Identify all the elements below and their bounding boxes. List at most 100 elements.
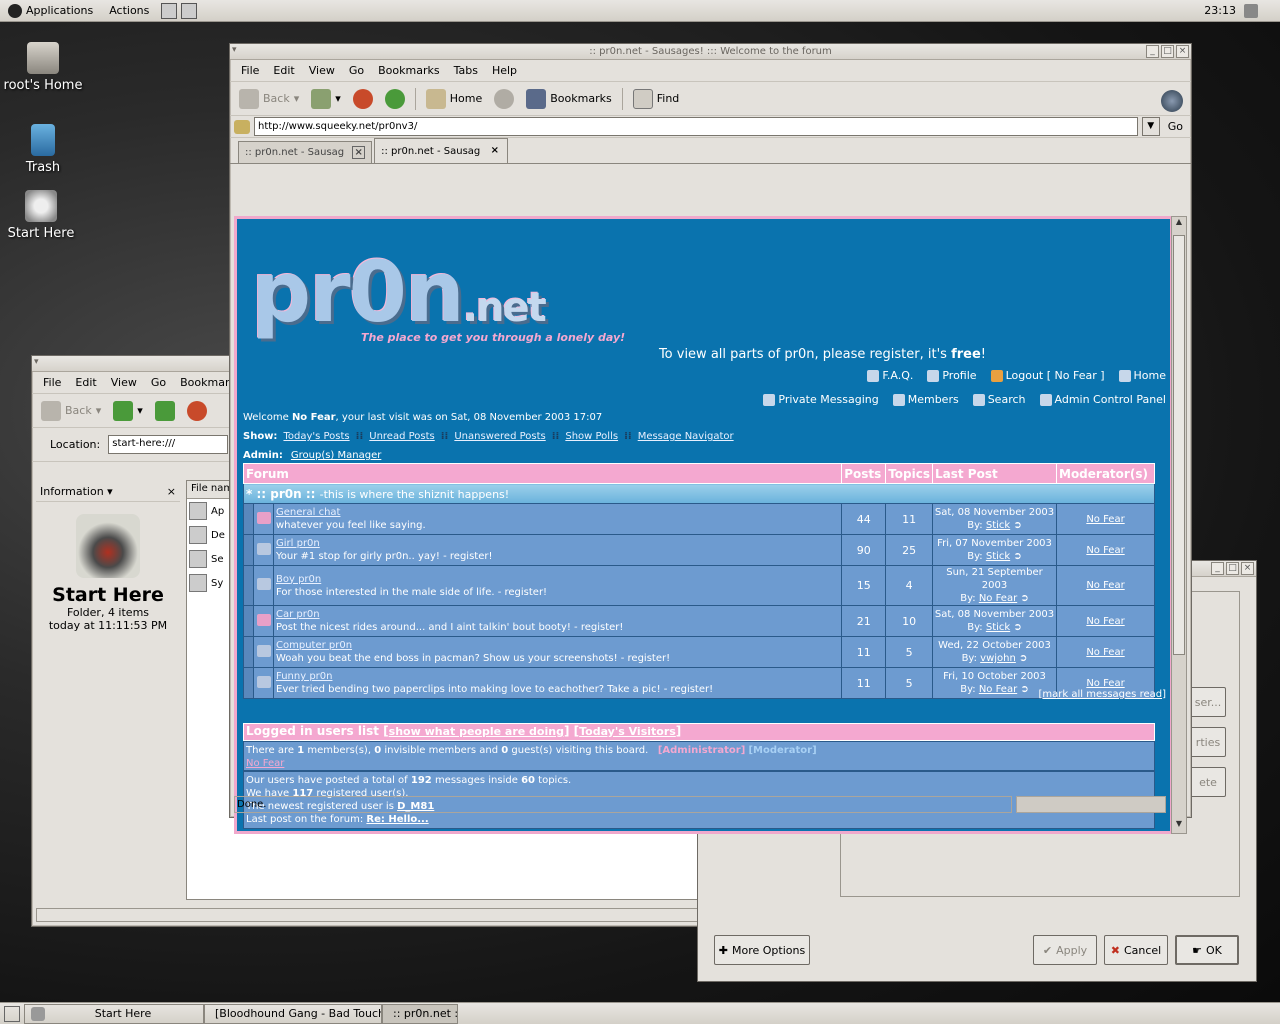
nav-faq[interactable]: F.A.Q.	[867, 369, 913, 382]
message-navigator-link[interactable]: Message Navigator	[638, 431, 734, 442]
close-icon[interactable]: ×	[1241, 562, 1254, 575]
goto-post-icon[interactable]: ➲	[1019, 653, 1027, 664]
menu-tabs[interactable]: Tabs	[447, 64, 485, 77]
forum-link[interactable]: Girl pr0n	[276, 538, 320, 549]
moderator-link[interactable]: No Fear	[1086, 616, 1124, 627]
goto-post-icon[interactable]: ➲	[1013, 520, 1021, 531]
category-header[interactable]: * :: pr0n :: -this is where the shiznit …	[243, 483, 1155, 504]
terminal-launcher-icon[interactable]	[181, 2, 198, 19]
properties-button[interactable]: rties	[1190, 727, 1226, 757]
nav-members[interactable]: Members	[892, 393, 959, 406]
task-music-player[interactable]: [Bloodhound Gang - Bad Touch (	[204, 1003, 382, 1024]
menu-edit[interactable]: Edit	[266, 64, 301, 77]
nav-logout[interactable]: Logout [ No Fear ]	[990, 369, 1105, 382]
mark-all-read-link[interactable]: [mark all messages read]	[1039, 689, 1166, 700]
desktop-icon-start-here[interactable]: Start Here	[3, 190, 79, 241]
nav-private-messaging[interactable]: Private Messaging	[763, 393, 879, 406]
tab-close-icon[interactable]: ×	[352, 146, 366, 159]
show-what-people-doing-link[interactable]: show what people are doing	[389, 725, 564, 738]
scroll-down-icon[interactable]: ▼	[1173, 819, 1185, 833]
goto-post-icon[interactable]: ➲	[1020, 593, 1028, 604]
moderator-link[interactable]: No Fear	[1086, 545, 1124, 556]
menu-help[interactable]: Help	[485, 64, 524, 77]
browser-titlebar[interactable]: :: pr0n.net - Sausages! ::: Welcome to t…	[230, 44, 1191, 60]
user-button[interactable]: ser...	[1190, 687, 1226, 717]
actions-menu[interactable]: Actions	[101, 0, 157, 22]
fm-forward-button[interactable]: ▾	[108, 398, 148, 424]
close-icon[interactable]: ×	[167, 485, 176, 498]
history-button[interactable]	[489, 86, 519, 112]
tab-close-icon[interactable]: ×	[488, 145, 501, 158]
fm-menu-go[interactable]: Go	[144, 376, 173, 389]
task-start-here[interactable]: Start Here	[24, 1003, 204, 1024]
location-input[interactable]: start-here:///	[108, 435, 229, 454]
menu-view[interactable]: View	[302, 64, 342, 77]
fm-back-button[interactable]: Back ▾	[36, 398, 106, 424]
home-button[interactable]: Home	[421, 86, 487, 112]
forum-link[interactable]: Funny pr0n	[276, 671, 332, 682]
last-post-user-link[interactable]: No Fear	[979, 684, 1017, 695]
maximize-icon[interactable]: □	[1161, 45, 1174, 58]
delete-button[interactable]: ete	[1190, 767, 1226, 797]
moderator-link[interactable]: No Fear	[1086, 580, 1124, 591]
more-options-button[interactable]: ✚ More Options	[714, 935, 810, 965]
last-post-user-link[interactable]: No Fear	[979, 593, 1017, 604]
ok-button[interactable]: ☛ OK	[1175, 935, 1239, 965]
maximize-icon[interactable]: □	[1226, 562, 1239, 575]
last-post-user-link[interactable]: Stick	[986, 520, 1010, 531]
menu-go[interactable]: Go	[342, 64, 371, 77]
back-button[interactable]: Back ▾	[234, 86, 304, 112]
goto-post-icon[interactable]: ➲	[1020, 684, 1028, 695]
groups-manager-link[interactable]: Group(s) Manager	[291, 450, 381, 461]
reload-button[interactable]	[380, 86, 410, 112]
show-desktop-icon[interactable]	[4, 1005, 20, 1022]
forum-link[interactable]: Boy pr0n	[276, 574, 321, 585]
desktop-icon-home[interactable]: root's Home	[3, 42, 83, 93]
menu-bookmarks[interactable]: Bookmarks	[371, 64, 446, 77]
desktop-icon-trash[interactable]: Trash	[3, 124, 83, 175]
home-launcher-icon[interactable]	[161, 2, 178, 19]
forum-link[interactable]: Computer pr0n	[276, 640, 352, 651]
url-dropdown-icon[interactable]: ▼	[1141, 117, 1160, 136]
side-panel-selector[interactable]: Information ▾	[40, 485, 113, 498]
nav-home[interactable]: Home	[1118, 369, 1166, 382]
scrollbar-thumb[interactable]	[1173, 235, 1185, 655]
fm-menu-view[interactable]: View	[104, 376, 144, 389]
tab-2[interactable]: :: pr0n.net - Sausag ×	[374, 138, 509, 163]
menu-file[interactable]: File	[234, 64, 266, 77]
goto-post-icon[interactable]: ➲	[1013, 551, 1021, 562]
forum-link[interactable]: General chat	[276, 507, 340, 518]
show-unanswered-posts-link[interactable]: Unanswered Posts	[454, 431, 545, 442]
show-unread-posts-link[interactable]: Unread Posts	[369, 431, 435, 442]
fm-menu-edit[interactable]: Edit	[68, 376, 103, 389]
online-user-link[interactable]: No Fear	[246, 758, 284, 769]
moderator-link[interactable]: No Fear	[1086, 514, 1124, 525]
fm-up-button[interactable]	[150, 398, 180, 424]
minimize-icon[interactable]: _	[1211, 562, 1224, 575]
fm-stop-button[interactable]	[182, 398, 212, 424]
moderator-link[interactable]: No Fear	[1086, 647, 1124, 658]
todays-visitors-link[interactable]: Today's Visitors	[579, 725, 676, 738]
page-scrollbar[interactable]: ▲ ▼	[1171, 216, 1187, 834]
go-button[interactable]: Go	[1164, 120, 1187, 133]
moderator-link[interactable]: No Fear	[1086, 678, 1124, 689]
show-polls-link[interactable]: Show Polls	[565, 431, 618, 442]
cancel-button[interactable]: ✖ Cancel	[1104, 935, 1168, 965]
apply-button[interactable]: ✔ Apply	[1033, 935, 1097, 965]
forum-link[interactable]: Car pr0n	[276, 609, 320, 620]
window-menu-icon[interactable]: ▾	[232, 45, 237, 55]
stop-button[interactable]	[348, 86, 378, 112]
forward-button[interactable]: ▾	[306, 86, 346, 112]
last-post-link[interactable]: Re: Hello...	[366, 814, 428, 825]
applications-menu[interactable]: Applications	[0, 0, 101, 22]
nav-search[interactable]: Search	[972, 393, 1026, 406]
minimize-icon[interactable]: _	[1146, 45, 1159, 58]
window-menu-icon[interactable]: ▾	[34, 357, 39, 367]
last-post-user-link[interactable]: Stick	[986, 551, 1010, 562]
nav-profile[interactable]: Profile	[927, 369, 977, 382]
last-post-user-link[interactable]: vwjohn	[980, 653, 1016, 664]
fm-menu-file[interactable]: File	[36, 376, 68, 389]
site-logo[interactable]: pr0n.net	[251, 243, 547, 341]
nav-admin-control-panel[interactable]: Admin Control Panel	[1039, 393, 1166, 406]
task-browser[interactable]: :: pr0n.net ::	[382, 1003, 458, 1024]
